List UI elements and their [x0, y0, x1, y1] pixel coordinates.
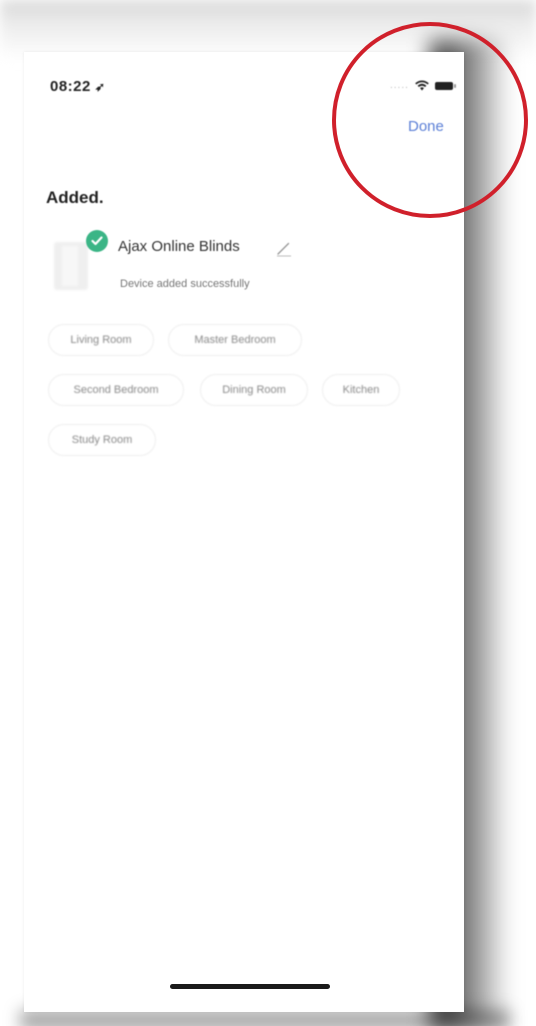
- status-bar-time: 08:22 ➶: [50, 78, 105, 95]
- phone-screen: 08:22 ➶ ..... Done Added. Ajax Online Bli…: [24, 52, 464, 1012]
- device-panel-inner: [62, 246, 78, 286]
- room-chip-second-bedroom[interactable]: Second Bedroom: [48, 374, 184, 406]
- room-chip-living-room[interactable]: Living Room: [48, 324, 154, 356]
- location-arrow-icon: ➶: [94, 80, 106, 94]
- room-chip-study-room[interactable]: Study Room: [48, 424, 156, 456]
- room-chip-kitchen[interactable]: Kitchen: [322, 374, 400, 406]
- status-time-text: 08:22: [50, 78, 91, 95]
- home-indicator[interactable]: [170, 984, 330, 989]
- room-chip-dining-room[interactable]: Dining Room: [200, 374, 308, 406]
- page-title: Added.: [46, 188, 104, 207]
- screenshot-stage: 08:22 ➶ ..... Done Added. Ajax Online Bli…: [0, 0, 536, 1026]
- wifi-icon: [415, 80, 429, 91]
- phone-bottom-shadow: [20, 1010, 510, 1026]
- battery-icon: [434, 81, 456, 90]
- room-chip-master-bedroom[interactable]: Master Bedroom: [168, 324, 302, 356]
- done-button[interactable]: Done: [408, 118, 444, 135]
- check-circle-icon: [86, 230, 108, 252]
- device-name: Ajax Online Blinds: [118, 238, 240, 255]
- device-status-text: Device added successfully: [120, 278, 250, 290]
- pencil-icon[interactable]: [274, 238, 294, 258]
- signal-dots: .....: [390, 80, 409, 91]
- status-bar-indicators: .....: [390, 80, 456, 91]
